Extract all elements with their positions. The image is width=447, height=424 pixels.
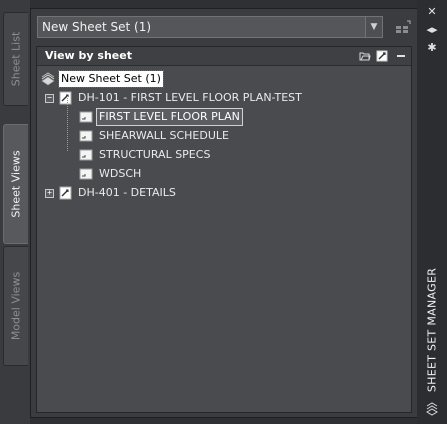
tree-connector <box>67 96 68 151</box>
tab-model-views-label: Model Views <box>9 271 23 341</box>
tab-sheet-list[interactable]: Sheet List <box>3 12 28 106</box>
palette-title: SHEET SET MANAGER <box>425 267 439 393</box>
tree-view-item[interactable]: STRUCTURAL SPECS <box>37 146 411 165</box>
tree-root[interactable]: New Sheet Set (1) <box>37 70 411 89</box>
sheet-set-dropdown-value: New Sheet Set (1) <box>42 20 152 34</box>
palette-title-bar: ✕ ◂▸ ✱ SHEET SET MANAGER <box>417 0 447 424</box>
sheet-set-manager-palette: Sheet List Sheet Views Model Views New S… <box>0 0 447 424</box>
tree-sheet-label: DH-401 - DETAILS <box>78 186 176 199</box>
plus-box-icon[interactable]: + <box>45 189 54 198</box>
view-icon <box>79 111 93 123</box>
view-icon <box>79 168 93 180</box>
tree-root-label: New Sheet Set (1) <box>58 70 164 88</box>
main-frame: New Sheet Set (1) ▼ View by sheet New Sh… <box>30 8 418 418</box>
close-icon[interactable]: ✕ <box>425 6 439 18</box>
tree-view-label: STRUCTURAL SPECS <box>99 148 211 161</box>
open-folder-icon[interactable] <box>359 50 371 62</box>
tree-view-label: SHEARWALL SCHEDULE <box>99 129 229 142</box>
minimize-icon[interactable] <box>395 50 407 62</box>
auto-hide-icon[interactable]: ◂▸ <box>425 24 439 36</box>
chevron-down-icon[interactable]: ▼ <box>365 17 382 37</box>
sheet-set-dropdown[interactable]: New Sheet Set (1) ▼ <box>37 16 383 38</box>
tree-sheet-item[interactable]: − DH-101 - FIRST LEVEL FLOOR PLAN-TEST <box>37 89 411 108</box>
sheet-set-logo-icon <box>426 402 438 416</box>
side-tab-bar: Sheet List Sheet Views Model Views <box>0 0 30 424</box>
tree-view-item[interactable]: WDSCH <box>37 165 411 184</box>
tab-sheet-list-label: Sheet List <box>9 31 23 87</box>
tree-view-label: WDSCH <box>99 167 142 180</box>
sheet-tree: New Sheet Set (1) − DH-101 - FIRST LEVEL… <box>37 70 411 203</box>
minus-box-icon[interactable]: − <box>45 94 54 103</box>
tab-model-views[interactable]: Model Views <box>3 246 28 366</box>
sheet-views-panel: View by sheet New Sheet Set (1) − DH-101… <box>36 46 412 413</box>
panel-title: View by sheet <box>45 49 132 62</box>
view-icon <box>79 130 93 142</box>
sheet-icon <box>59 91 72 105</box>
properties-gear-icon[interactable]: ✱ <box>425 42 439 54</box>
panel-header: View by sheet <box>37 47 411 66</box>
view-icon <box>79 149 93 161</box>
sheet-icon <box>59 186 72 200</box>
tree-view-label: FIRST LEVEL FLOOR PLAN <box>96 108 243 126</box>
tree-view-item[interactable]: SHEARWALL SCHEDULE <box>37 127 411 146</box>
tab-sheet-views-label: Sheet Views <box>9 150 23 218</box>
tab-sheet-views[interactable]: Sheet Views <box>3 124 28 244</box>
sheet-set-tools-icon[interactable] <box>395 20 411 34</box>
tree-sheet-label: DH-101 - FIRST LEVEL FLOOR PLAN-TEST <box>78 91 302 104</box>
sheet-set-icon <box>41 72 55 86</box>
tree-view-item[interactable]: FIRST LEVEL FLOOR PLAN <box>37 108 411 127</box>
sheet-settings-icon[interactable] <box>376 50 388 62</box>
tree-sheet-item[interactable]: + DH-401 - DETAILS <box>37 184 411 203</box>
